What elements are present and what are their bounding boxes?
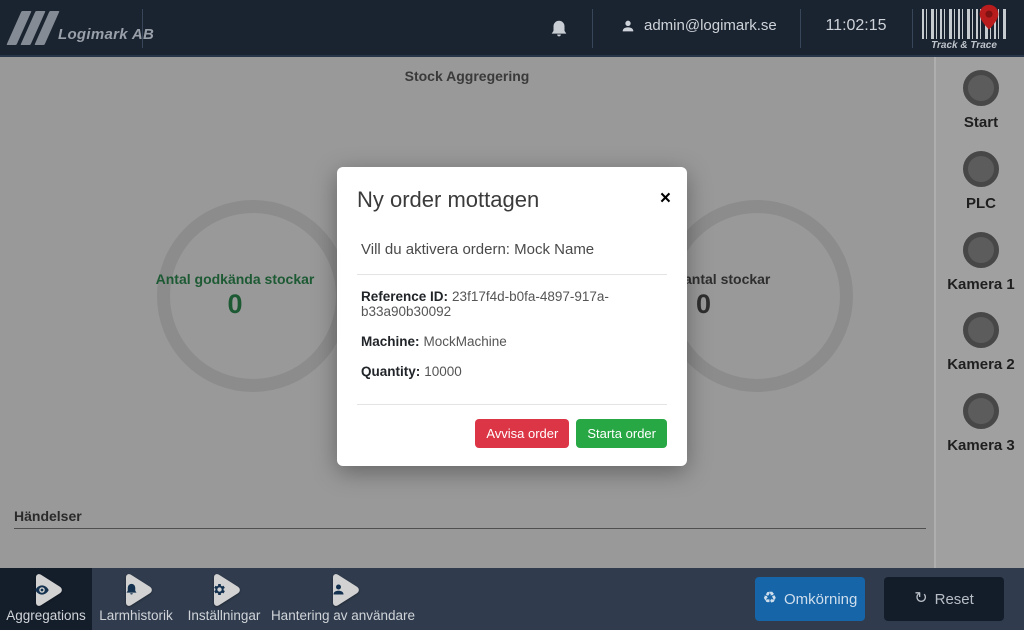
logimark-bars-icon xyxy=(14,9,52,45)
tab-label: Hantering av användare xyxy=(268,608,418,623)
indicator-label: Start xyxy=(936,114,1024,131)
detail-value: 10000 xyxy=(424,364,462,379)
user-icon xyxy=(620,18,636,34)
order-details: Reference ID:23f17f4d-b0fa-4897-917a-b33… xyxy=(357,275,667,404)
gauge-value: 0 xyxy=(150,289,320,320)
indicator-start: Start xyxy=(936,70,1024,131)
reset-button[interactable]: ↻ Reset xyxy=(884,577,1004,621)
kamera2-status-button[interactable] xyxy=(963,312,999,348)
indicator-kamera-1: Kamera 1 xyxy=(936,232,1024,293)
reject-order-button[interactable]: Avvisa order xyxy=(475,419,569,448)
gear-icon xyxy=(204,570,244,610)
indicator-kamera-2: Kamera 2 xyxy=(936,312,1024,373)
start-order-button[interactable]: Starta order xyxy=(576,419,667,448)
close-icon[interactable]: × xyxy=(660,189,671,208)
modal-question: Vill du aktivera ordern: Mock Name xyxy=(361,241,667,258)
modal-title: Ny order mottagen xyxy=(357,187,539,212)
events-heading: Händelser xyxy=(14,508,82,524)
tab-aggregations[interactable]: Aggregations xyxy=(0,568,92,630)
user-icon xyxy=(323,570,363,610)
tracktrace-label: Track & Trace xyxy=(922,40,1006,51)
gauge-approved-text: Antal godkända stockar 0 xyxy=(150,271,320,320)
indicator-label: Kamera 1 xyxy=(936,276,1024,293)
divider xyxy=(142,9,143,48)
modal-footer: Avvisa order Starta order xyxy=(337,405,687,466)
indicator-label: Kamera 2 xyxy=(936,356,1024,373)
kamera1-status-button[interactable] xyxy=(963,232,999,268)
modal-body: Vill du aktivera ordern: Mock Name Refer… xyxy=(337,241,687,405)
divider xyxy=(800,9,801,48)
tab-label: Inställningar xyxy=(180,608,268,623)
user-email: admin@logimark.se xyxy=(644,17,777,34)
kamera3-status-button[interactable] xyxy=(963,393,999,429)
top-bar: Logimark AB admin@logimark.se 11:02:15 T… xyxy=(0,0,1024,57)
map-pin-icon xyxy=(978,4,1000,32)
detail-value: MockMachine xyxy=(424,334,507,349)
divider xyxy=(592,9,593,48)
tab-label: Larmhistorik xyxy=(92,608,180,623)
bottom-tab-bar: Aggregations Larmhistorik Inställningar xyxy=(0,568,1024,630)
notifications-bell-icon[interactable] xyxy=(548,18,570,40)
detail-quantity: Quantity:10000 xyxy=(361,364,663,379)
clock: 11:02:15 xyxy=(820,17,892,35)
reset-label: Reset xyxy=(935,591,974,608)
gauge-label: antal stockar xyxy=(684,271,834,287)
start-status-button[interactable] xyxy=(963,70,999,106)
user-menu[interactable]: admin@logimark.se xyxy=(620,17,777,34)
divider xyxy=(912,9,913,48)
new-order-modal: Ny order mottagen × Vill du aktivera ord… xyxy=(337,167,687,466)
gauge-value: 0 xyxy=(696,289,834,320)
plc-status-button[interactable] xyxy=(963,151,999,187)
reset-arrow-icon: ↻ xyxy=(914,591,927,607)
application-window: Logimark AB admin@logimark.se 11:02:15 T… xyxy=(0,0,1024,630)
events-divider xyxy=(14,528,926,529)
tab-hantering-av-anvandare[interactable]: Hantering av användare xyxy=(268,568,418,630)
tab-installningar[interactable]: Inställningar xyxy=(180,568,268,630)
page-title: Stock Aggregering xyxy=(287,68,647,84)
indicator-plc: PLC xyxy=(936,151,1024,212)
modal-header: Ny order mottagen × xyxy=(337,167,687,219)
brand-name: Logimark AB xyxy=(58,26,154,45)
recycle-icon: ♻ xyxy=(763,591,777,607)
status-sidebar: Start PLC Kamera 1 Kamera 2 Kamera 3 xyxy=(934,57,1024,570)
detail-reference-id: Reference ID:23f17f4d-b0fa-4897-917a-b33… xyxy=(361,289,663,319)
indicator-label: Kamera 3 xyxy=(936,437,1024,454)
logimark-logo: Logimark AB xyxy=(14,9,154,45)
indicator-label: PLC xyxy=(936,195,1024,212)
detail-machine: Machine:MockMachine xyxy=(361,334,663,349)
track-and-trace-logo: Track & Trace xyxy=(922,7,1010,52)
gauge-total-text: antal stockar 0 xyxy=(684,271,834,320)
gauge-label: Antal godkända stockar xyxy=(150,271,320,287)
tab-label: Aggregations xyxy=(0,608,92,623)
bell-icon xyxy=(116,570,156,610)
tab-larmhistorik[interactable]: Larmhistorik xyxy=(92,568,180,630)
eye-icon xyxy=(26,570,66,610)
rerun-button[interactable]: ♻ Omkörning xyxy=(755,577,865,621)
indicator-kamera-3: Kamera 3 xyxy=(936,393,1024,454)
rerun-label: Omkörning xyxy=(784,591,857,608)
